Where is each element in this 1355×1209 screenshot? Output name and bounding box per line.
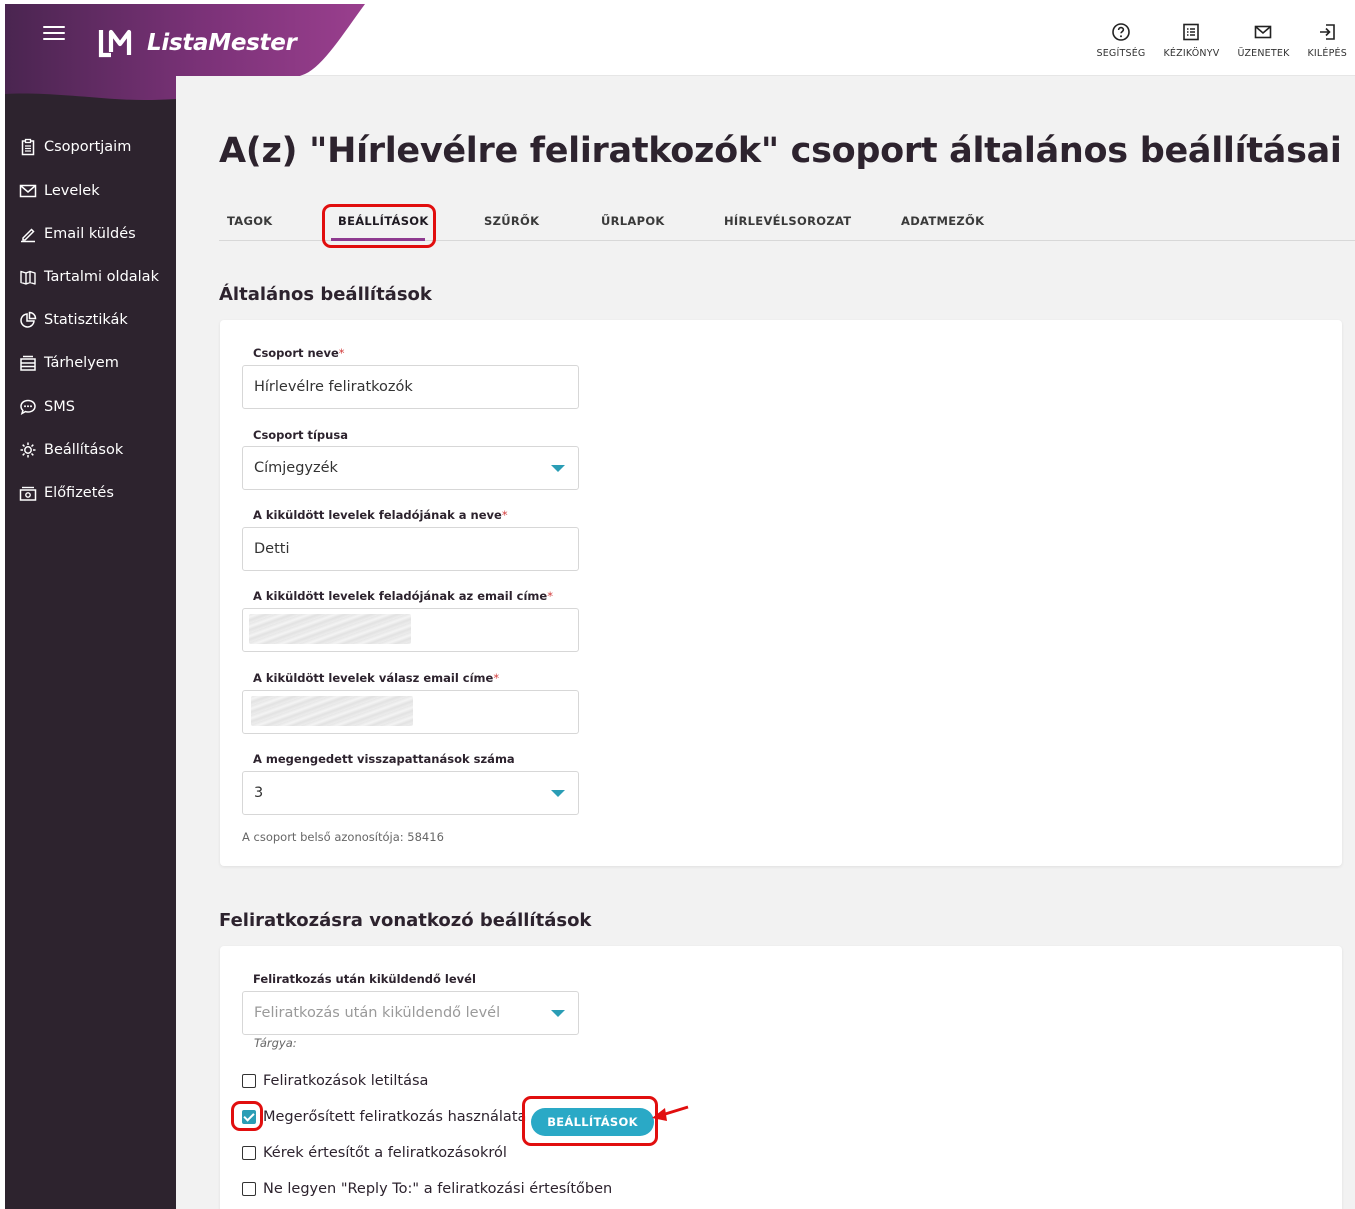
group-type-label: Csoport típusa bbox=[253, 428, 348, 442]
logout-icon bbox=[1320, 24, 1336, 40]
group-type-value: Címjegyzék bbox=[254, 460, 338, 476]
checkbox-label: Ne legyen "Reply To:" a feliratkozási ér… bbox=[263, 1181, 613, 1197]
manual-label: KÉZIKÖNYV bbox=[1163, 48, 1220, 59]
manual-button[interactable]: KÉZIKÖNYV bbox=[1164, 22, 1220, 59]
highlight-checkbox bbox=[231, 1101, 263, 1131]
redacted-value bbox=[249, 614, 411, 644]
chevron-down-icon bbox=[551, 1010, 565, 1017]
logout-button[interactable]: KILÉPÉS bbox=[1308, 22, 1348, 59]
sidebar-item-label: Levelek bbox=[44, 183, 100, 199]
messages-button[interactable]: ÜZENETEK bbox=[1237, 22, 1289, 59]
group-name-input[interactable]: Hírlevélre feliratkozók bbox=[242, 365, 579, 409]
checkbox[interactable] bbox=[242, 1182, 256, 1196]
bounces-select[interactable]: 3 bbox=[242, 771, 579, 815]
reply-email-label: A kiküldött levelek válasz email címe* bbox=[253, 671, 500, 685]
sidebar-item-label: Előfizetés bbox=[44, 485, 114, 501]
reply-email-input[interactable] bbox=[242, 690, 579, 734]
tab-newsletter-series[interactable]: HÍRLEVÉLSOROZAT bbox=[724, 214, 851, 228]
sender-email-label: A kiküldött levelek feladójának az email… bbox=[253, 589, 553, 603]
bounces-value: 3 bbox=[254, 785, 264, 801]
sender-name-label: A kiküldött levelek feladójának a neve* bbox=[253, 508, 508, 522]
sidebar-item-content-pages[interactable]: Tartalmi oldalak bbox=[19, 268, 159, 286]
sidebar-item-letters[interactable]: Levelek bbox=[19, 182, 100, 200]
chat-bubble-icon bbox=[20, 399, 36, 416]
logo-mark-icon bbox=[98, 29, 132, 58]
after-sub-label: Feliratkozás után kiküldendő levél bbox=[253, 972, 476, 986]
gear-icon bbox=[20, 442, 36, 458]
section-title-general: Általános beállítások bbox=[219, 284, 432, 305]
pie-chart-icon bbox=[20, 311, 37, 328]
highlight-tab-settings bbox=[322, 204, 436, 248]
group-id-text: A csoport belső azonosítója: 58416 bbox=[242, 830, 444, 844]
tab-members[interactable]: TAGOK bbox=[227, 214, 272, 228]
mail-icon bbox=[1255, 25, 1272, 39]
checkbox[interactable] bbox=[242, 1146, 256, 1160]
chevron-down-icon bbox=[551, 465, 565, 472]
subject-hint: Tárgya: bbox=[254, 1036, 297, 1050]
brand-name: ListaMester bbox=[147, 30, 297, 56]
checkbox-label: Megerősített feliratkozás használata bbox=[263, 1109, 527, 1125]
tab-filters[interactable]: SZŰRŐK bbox=[484, 214, 539, 228]
checkbox-label: Feliratkozások letiltása bbox=[263, 1073, 429, 1089]
checkbox-label: Kérek értesítőt a feliratkozásokról bbox=[263, 1145, 507, 1161]
page-title: A(z) "Hírlevélre feliratkozók" csoport á… bbox=[219, 131, 1342, 171]
highlight-settings-button bbox=[522, 1096, 658, 1146]
storage-icon bbox=[20, 355, 36, 371]
help-circle-icon bbox=[1112, 23, 1130, 41]
sidebar-item-subscription[interactable]: Előfizetés bbox=[19, 484, 114, 502]
checkbox-double-optin[interactable]: Megerősített feliratkozás használata bbox=[242, 1109, 526, 1125]
sidebar: Csoportjaim Levelek Email küldés Tartalm… bbox=[5, 76, 176, 1209]
sidebar-item-label: Statisztikák bbox=[44, 312, 128, 328]
group-type-select[interactable]: Címjegyzék bbox=[242, 446, 579, 490]
money-icon bbox=[19, 486, 37, 501]
help-button[interactable]: SEGÍTSÉG bbox=[1097, 22, 1146, 59]
sidebar-item-label: Tartalmi oldalak bbox=[44, 269, 159, 285]
sidebar-item-settings[interactable]: Beállítások bbox=[19, 441, 123, 459]
sidebar-item-sms[interactable]: SMS bbox=[19, 398, 75, 416]
subscription-settings-card: Feliratkozás után kiküldendő levél Felir… bbox=[220, 946, 1342, 1209]
sidebar-item-label: SMS bbox=[44, 399, 75, 415]
manual-icon bbox=[1183, 23, 1200, 41]
redacted-value bbox=[251, 696, 413, 726]
group-name-label: Csoport neve* bbox=[253, 346, 345, 360]
after-sub-placeholder: Feliratkozás után kiküldendő levél bbox=[254, 1005, 501, 1021]
pencil-icon bbox=[21, 228, 35, 243]
sidebar-item-label: Csoportjaim bbox=[44, 139, 132, 155]
annotation-arrow-icon bbox=[652, 1105, 689, 1121]
logo: ListaMester bbox=[97, 26, 297, 60]
menu-toggle-icon[interactable] bbox=[43, 26, 65, 44]
sidebar-item-email-send[interactable]: Email küldés bbox=[19, 225, 136, 243]
chevron-down-icon bbox=[551, 790, 565, 797]
envelope-icon bbox=[19, 184, 37, 198]
book-icon bbox=[20, 270, 36, 285]
bounces-label: A megengedett visszapattanások száma bbox=[253, 752, 515, 766]
checkbox[interactable] bbox=[242, 1074, 256, 1088]
section-title-subscription: Feliratkozásra vonatkozó beállítások bbox=[219, 910, 592, 931]
sidebar-item-label: Email küldés bbox=[44, 226, 136, 242]
checkbox-disable-subscriptions[interactable]: Feliratkozások letiltása bbox=[242, 1073, 428, 1089]
sender-email-input[interactable] bbox=[242, 608, 579, 652]
sender-name-input[interactable]: Detti bbox=[242, 527, 579, 571]
logout-label: KILÉPÉS bbox=[1307, 48, 1347, 59]
sidebar-item-label: Beállítások bbox=[44, 442, 124, 458]
messages-label: ÜZENETEK bbox=[1237, 48, 1290, 59]
sidebar-item-statistics[interactable]: Statisztikák bbox=[19, 311, 128, 329]
after-sub-select[interactable]: Feliratkozás után kiküldendő levél bbox=[242, 991, 579, 1035]
general-settings-card: Csoport neve* Hírlevélre feliratkozók Cs… bbox=[220, 320, 1342, 866]
tab-data-fields[interactable]: ADATMEZŐK bbox=[901, 214, 984, 228]
help-label: SEGÍTSÉG bbox=[1096, 48, 1146, 59]
clipboard-icon bbox=[21, 138, 35, 156]
main-content: A(z) "Hírlevélre feliratkozók" csoport á… bbox=[176, 76, 1355, 1209]
sidebar-item-groups[interactable]: Csoportjaim bbox=[19, 138, 131, 156]
checkbox-notify-subscriptions[interactable]: Kérek értesítőt a feliratkozásokról bbox=[242, 1145, 507, 1161]
sidebar-item-label: Tárhelyem bbox=[44, 355, 119, 371]
checkbox-no-reply-to[interactable]: Ne legyen "Reply To:" a feliratkozási ér… bbox=[242, 1181, 612, 1197]
sidebar-item-storage[interactable]: Tárhelyem bbox=[19, 354, 119, 372]
tab-forms[interactable]: ŰRLAPOK bbox=[601, 214, 665, 228]
top-actions: SEGÍTSÉG KÉZIKÖNYV ÜZENETEK KILÉPÉS bbox=[1097, 22, 1348, 59]
